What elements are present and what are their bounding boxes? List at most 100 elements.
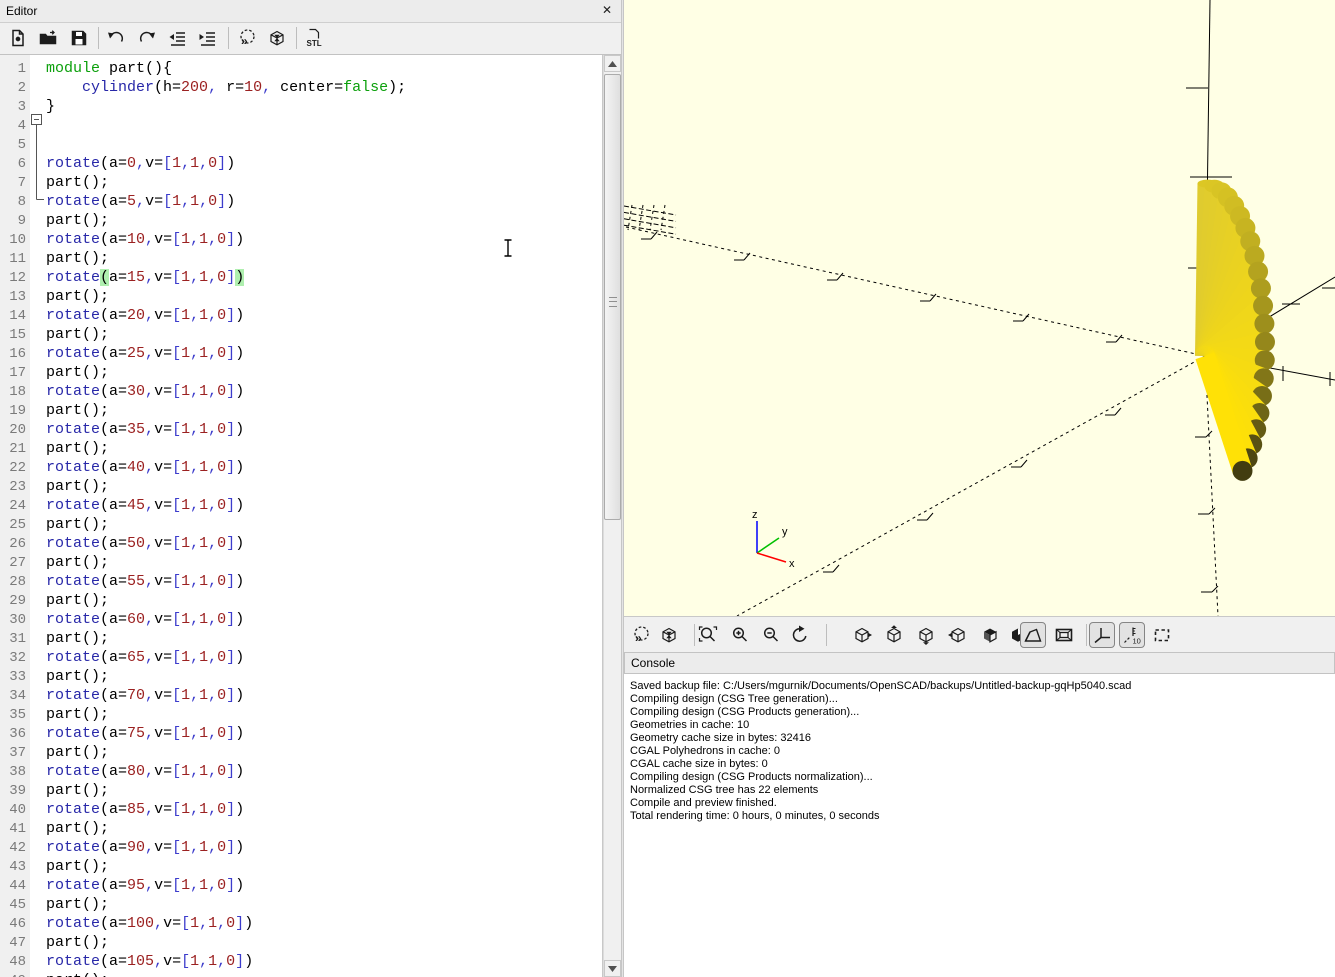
code-line: 23part();: [0, 477, 602, 496]
undo-button[interactable]: [103, 25, 129, 51]
line-number: 40: [0, 801, 30, 820]
code-line: 25part();: [0, 515, 602, 534]
zoom-in-button[interactable]: [727, 622, 753, 648]
reset-view-button[interactable]: [787, 622, 813, 648]
line-number: 49: [0, 972, 30, 977]
line-number: 42: [0, 839, 30, 858]
export-stl-button[interactable]: STL: [301, 25, 327, 51]
line-number: 14: [0, 307, 30, 326]
line-number: 11: [0, 250, 30, 269]
show-axes-button[interactable]: [1089, 622, 1115, 648]
line-number: 34: [0, 687, 30, 706]
preview-button[interactable]: »: [628, 622, 654, 648]
redo-button[interactable]: [134, 25, 160, 51]
code-line: 33part();: [0, 667, 602, 686]
save-file-button[interactable]: [66, 25, 92, 51]
fold-marker[interactable]: [31, 114, 46, 206]
code-line: 18rotate(a=30,v=[1,1,0]): [0, 382, 602, 401]
code-line: 2 cylinder(h=200, r=10, center=false);: [0, 78, 602, 97]
code-line: 48rotate(a=105,v=[1,1,0]): [0, 952, 602, 971]
code-line: 4: [0, 116, 602, 135]
line-number: 43: [0, 858, 30, 877]
code-line: 20rotate(a=35,v=[1,1,0]): [0, 420, 602, 439]
line-number: 21: [0, 440, 30, 459]
view-left-button[interactable]: [945, 622, 971, 648]
svg-text:»: »: [241, 34, 248, 48]
line-number: 4: [0, 117, 30, 136]
code-line: 45part();: [0, 895, 602, 914]
code-line: 42rotate(a=90,v=[1,1,0]): [0, 838, 602, 857]
code-lines: 1module part(){2 cylinder(h=200, r=10, c…: [0, 59, 602, 977]
line-number: 39: [0, 782, 30, 801]
code-line: 24rotate(a=45,v=[1,1,0]): [0, 496, 602, 515]
line-number: 35: [0, 706, 30, 725]
unindent-button[interactable]: [165, 25, 191, 51]
view-top-icon: [884, 625, 904, 645]
show-scale-markers-button[interactable]: 10: [1119, 622, 1145, 648]
editor-scrollbar[interactable]: [603, 55, 622, 977]
viewport-toolbar: » 10: [624, 616, 1335, 653]
code-line: 12rotate(a=15,v=[1,1,0]): [0, 268, 602, 287]
scroll-down-button[interactable]: [604, 960, 621, 977]
line-number: 7: [0, 174, 30, 193]
line-number: 9: [0, 212, 30, 231]
scroll-up-button[interactable]: [604, 55, 621, 72]
code-line: 34rotate(a=70,v=[1,1,0]): [0, 686, 602, 705]
code-line: 31part();: [0, 629, 602, 648]
zoom-out-button[interactable]: [758, 622, 784, 648]
line-number: 48: [0, 953, 30, 972]
code-line: 36rotate(a=75,v=[1,1,0]): [0, 724, 602, 743]
cylinder-cap: [1251, 278, 1271, 298]
code-line: 26rotate(a=50,v=[1,1,0]): [0, 534, 602, 553]
code-line: 6rotate(a=0,v=[1,1,0]): [0, 154, 602, 173]
zoom-all-icon: [698, 625, 718, 645]
editor-title: Editor: [0, 4, 37, 18]
view-right-button[interactable]: [849, 622, 875, 648]
save-file-icon: [69, 28, 89, 48]
show-edges-button[interactable]: [1149, 622, 1175, 648]
text-ibeam-cursor: [502, 239, 514, 257]
view-front-button[interactable]: [977, 622, 1003, 648]
indent-button[interactable]: [195, 25, 221, 51]
new-file-button[interactable]: [5, 25, 31, 51]
undo-icon: [106, 28, 126, 48]
console-line: Normalized CSG tree has 22 elements: [630, 784, 1335, 797]
render-button[interactable]: [656, 622, 682, 648]
preview-button[interactable]: »: [234, 25, 260, 51]
close-icon[interactable]: ✕: [599, 2, 615, 18]
indent-icon: [198, 28, 218, 48]
code-line: 21part();: [0, 439, 602, 458]
zoom-in-icon: [730, 625, 750, 645]
view-bottom-button[interactable]: [913, 622, 939, 648]
console-line: Geometries in cache: 10: [630, 719, 1335, 732]
3d-viewport[interactable]: zyx: [624, 0, 1335, 616]
cylinder-cap: [1232, 461, 1252, 481]
code-line: 30rotate(a=60,v=[1,1,0]): [0, 610, 602, 629]
line-number: 29: [0, 592, 30, 611]
code-editor[interactable]: 1module part(){2 cylinder(h=200, r=10, c…: [0, 55, 603, 977]
zoom-all-button[interactable]: [695, 622, 721, 648]
unindent-icon: [168, 28, 188, 48]
line-number: 8: [0, 193, 30, 212]
scrollbar-thumb[interactable]: [604, 74, 621, 520]
line-number: 16: [0, 345, 30, 364]
orthographic-button[interactable]: [1051, 622, 1077, 648]
open-file-button[interactable]: [35, 25, 61, 51]
toolbar-separator: [694, 624, 695, 646]
render-button[interactable]: [264, 25, 290, 51]
editor-toolbar: » STL: [0, 23, 621, 55]
line-number: 20: [0, 421, 30, 440]
code-line: 16rotate(a=25,v=[1,1,0]): [0, 344, 602, 363]
line-number: 6: [0, 155, 30, 174]
console-log[interactable]: Saved backup file: C:/Users/mgurnik/Docu…: [624, 674, 1335, 977]
perspective-button[interactable]: [1020, 622, 1046, 648]
line-number: 17: [0, 364, 30, 383]
console-line: CGAL cache size in bytes: 0: [630, 758, 1335, 771]
view-top-button[interactable]: [881, 622, 907, 648]
code-line: 38rotate(a=80,v=[1,1,0]): [0, 762, 602, 781]
view-front-icon: [980, 625, 1000, 645]
line-number: 22: [0, 459, 30, 478]
arrow-up-icon: [608, 61, 617, 67]
line-number: 19: [0, 402, 30, 421]
code-line: 47part();: [0, 933, 602, 952]
